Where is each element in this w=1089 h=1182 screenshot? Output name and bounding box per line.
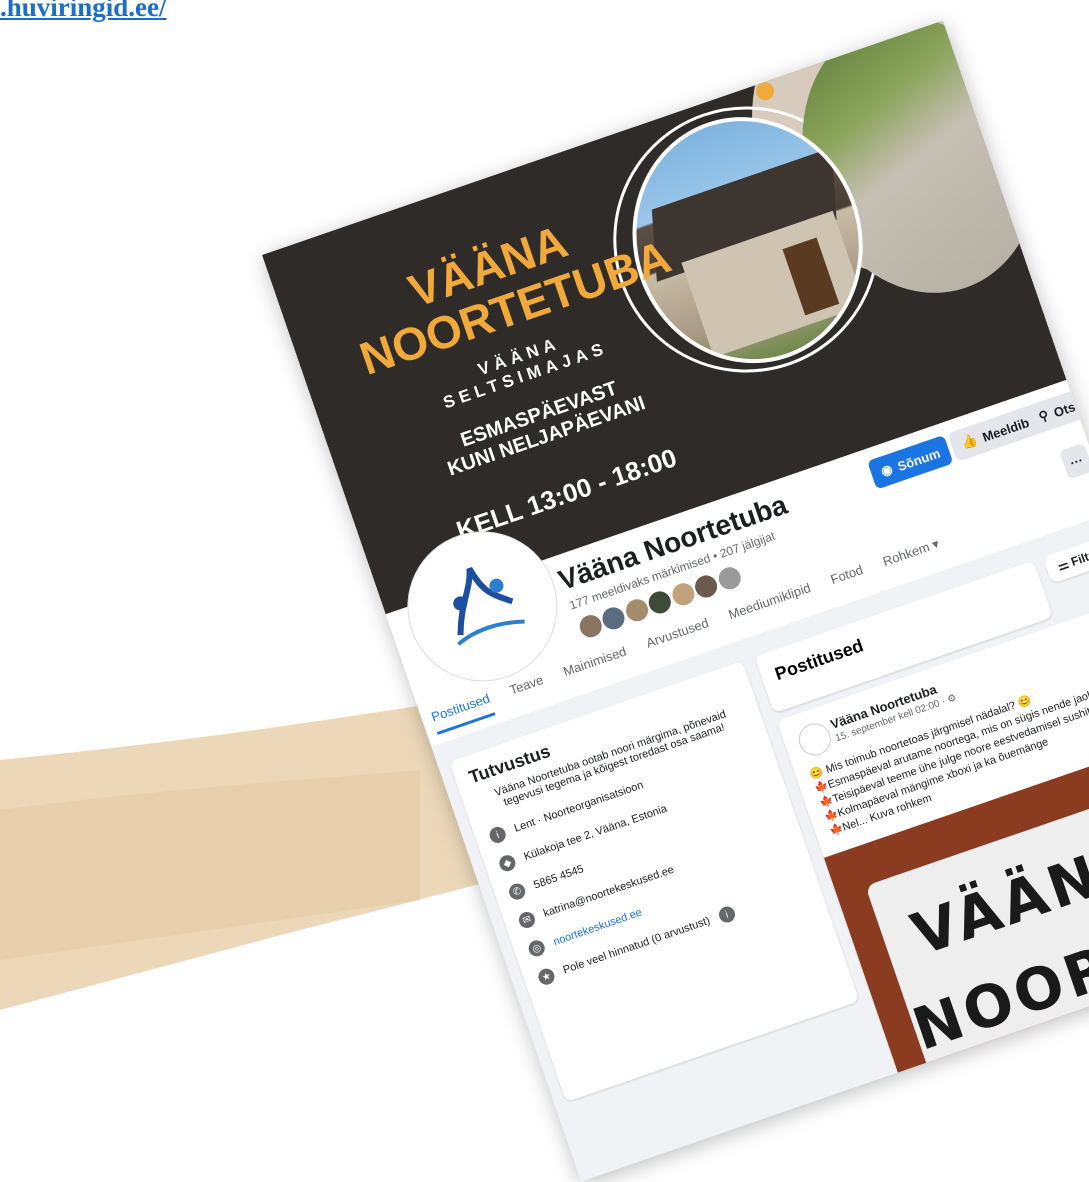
logo-icon: [453, 567, 525, 646]
globe-icon: ◎: [526, 938, 547, 959]
messenger-icon: ◉: [878, 460, 895, 479]
search-icon: ⚲: [1036, 407, 1051, 425]
info-icon: i: [487, 824, 508, 846]
filters-button[interactable]: ⚌ Filtrid: [1042, 534, 1089, 584]
location-icon: ◆: [497, 853, 518, 874]
info-icon[interactable]: i: [716, 904, 737, 925]
star-icon: ★: [536, 966, 557, 987]
email-icon: ✉: [516, 909, 538, 931]
post-author-avatar[interactable]: [794, 719, 836, 760]
thumbs-up-icon: 👍: [959, 431, 980, 452]
phone-icon: ✆: [506, 881, 528, 902]
